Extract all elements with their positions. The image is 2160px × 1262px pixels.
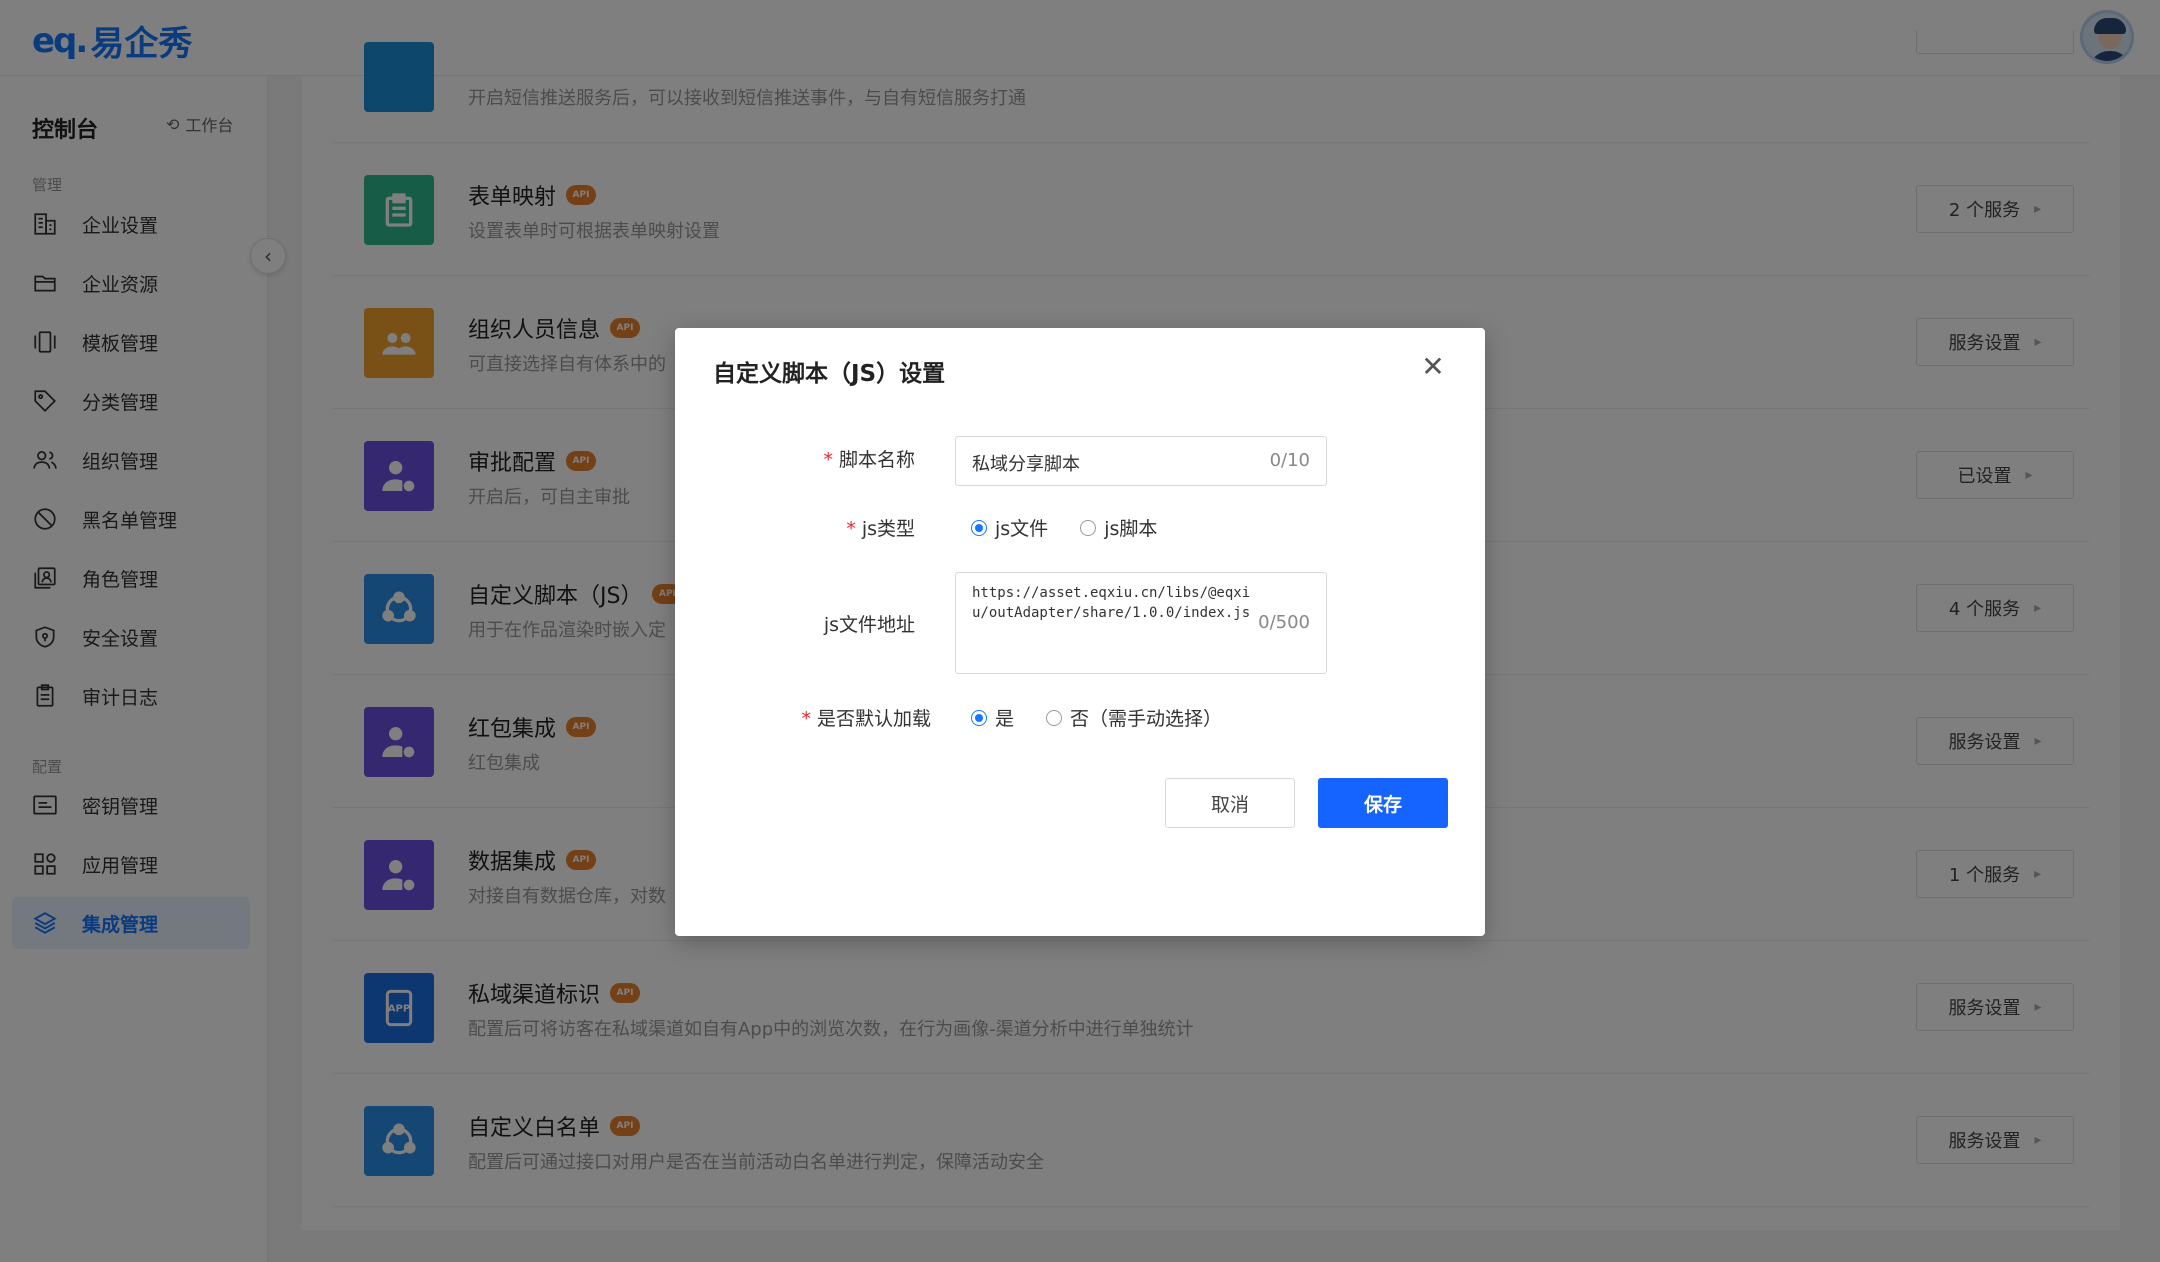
js-url-textarea[interactable]: https://asset.eqxiu.cn/libs/@eqxiu/outAd… — [955, 572, 1327, 674]
radio-unchecked-icon — [1080, 519, 1097, 536]
radio-unchecked-icon — [1046, 709, 1063, 726]
radio-default-no[interactable]: 否（需手动选择） — [1046, 704, 1222, 731]
default-load-label: * 是否默认加载 — [801, 708, 931, 730]
js-url-count: 0/500 — [1258, 612, 1310, 633]
js-url-value: https://asset.eqxiu.cn/libs/@eqxiu/outAd… — [972, 585, 1251, 621]
modal-title: 自定义脚本（JS）设置 — [713, 361, 946, 387]
script-name-label: * 脚本名称 — [823, 449, 915, 471]
radio-js-file[interactable]: js文件 — [971, 514, 1048, 541]
radio-default-yes[interactable]: 是 — [971, 704, 1014, 731]
default-load-radio-group: 是 否（需手动选择） — [971, 704, 1222, 731]
js-settings-modal: 自定义脚本（JS）设置 ✕ * 脚本名称 私域分享脚本 0/10 * js类型 js… — [675, 328, 1485, 936]
script-name-input[interactable]: 私域分享脚本 0/10 — [955, 436, 1327, 486]
radio-js-script[interactable]: js脚本 — [1080, 514, 1157, 541]
close-button[interactable]: ✕ — [1419, 349, 1447, 383]
save-button[interactable]: 保存 — [1318, 778, 1448, 828]
radio-checked-icon — [971, 709, 987, 726]
script-name-value: 私域分享脚本 — [972, 454, 1080, 475]
script-name-count: 0/10 — [1269, 450, 1310, 471]
close-icon: ✕ — [1421, 349, 1445, 383]
js-type-radio-group: js文件 js脚本 — [971, 514, 1157, 541]
js-type-label: * js类型 — [846, 518, 915, 540]
js-url-label: js文件地址 — [823, 614, 915, 636]
radio-checked-icon — [971, 519, 987, 536]
cancel-button[interactable]: 取消 — [1165, 778, 1295, 828]
